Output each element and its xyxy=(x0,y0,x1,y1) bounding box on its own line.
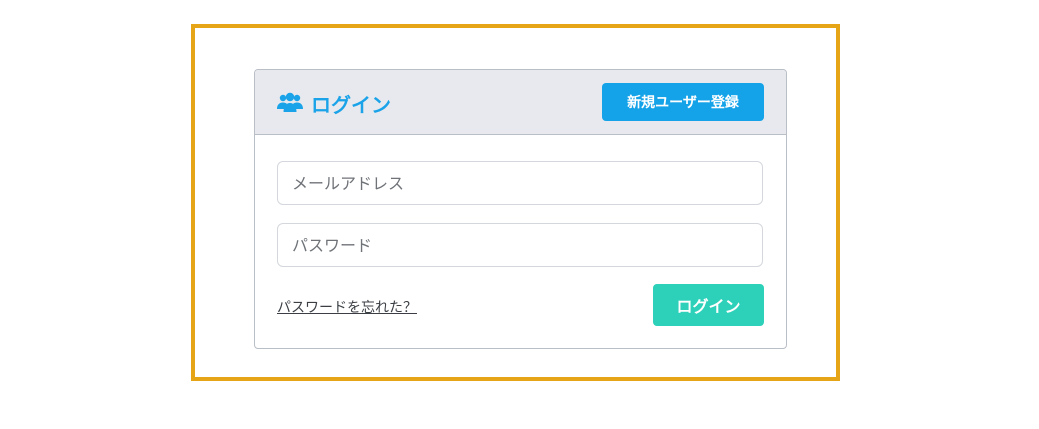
login-card: ログイン 新規ユーザー登録 パスワードを忘れた？ ログイン xyxy=(254,69,787,349)
card-header: ログイン 新規ユーザー登録 xyxy=(255,70,786,135)
users-icon xyxy=(277,92,303,114)
login-button[interactable]: ログイン xyxy=(653,284,764,326)
card-title: ログイン xyxy=(277,88,391,118)
card-title-text: ログイン xyxy=(311,92,391,117)
signup-button[interactable]: 新規ユーザー登録 xyxy=(602,83,764,121)
forgot-password-link[interactable]: パスワードを忘れた？ xyxy=(277,297,417,317)
password-field[interactable] xyxy=(277,223,763,267)
email-field[interactable] xyxy=(277,161,763,205)
